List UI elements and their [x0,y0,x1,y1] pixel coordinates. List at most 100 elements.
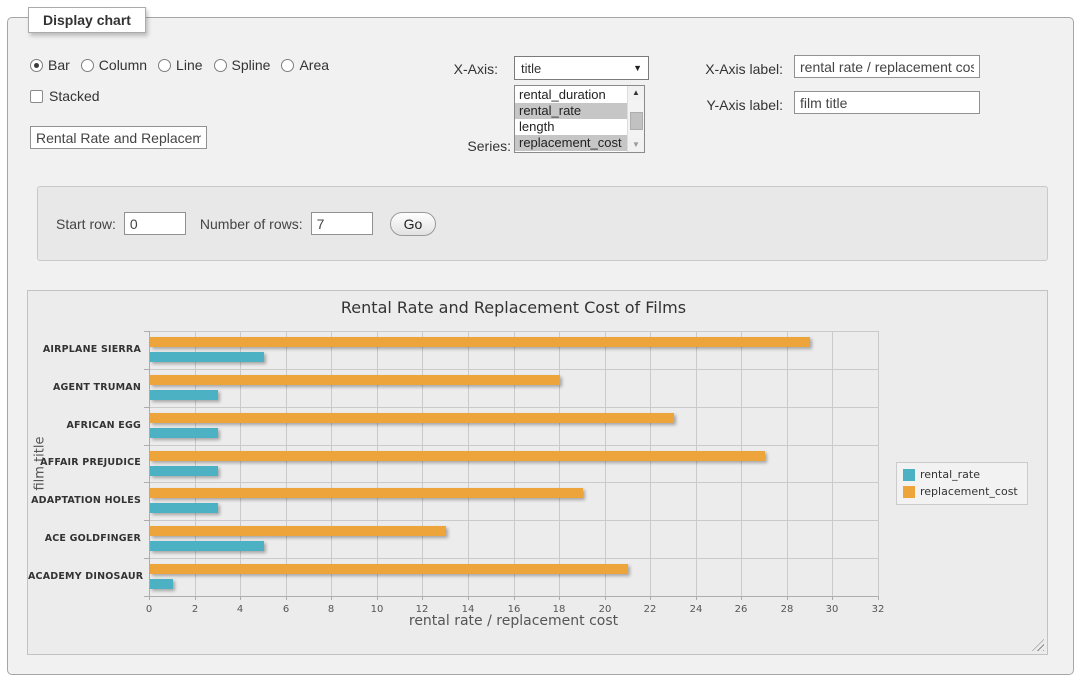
x-tick-label: 4 [220,604,260,615]
y-category-label: AFRICAN EGG [28,420,141,431]
rental_rate-bar[interactable] [150,541,264,551]
chevron-down-icon: ▼ [633,63,642,73]
scroll-up-icon[interactable]: ▲ [628,86,644,100]
x-tick-label: 10 [357,604,397,615]
gridline [832,331,833,596]
replacement_cost-bar[interactable] [150,413,674,423]
stacked-row: Stacked [30,88,100,104]
radio-icon [30,59,43,72]
x-tick-label: 24 [676,604,716,615]
gridline [377,331,378,596]
x-tick-label: 14 [448,604,488,615]
rental_rate-bar[interactable] [150,466,218,476]
replacement_cost-bar[interactable] [150,451,765,461]
gridline [696,331,697,596]
replacement_cost-bar[interactable] [150,488,583,498]
gridline [149,407,878,408]
gridline [650,331,651,596]
y-category-label: AIRPLANE SIERRA [28,344,141,355]
gridline [195,331,196,596]
chart-type-radio-spline[interactable]: Spline [214,57,271,73]
series-option-rental_duration[interactable]: rental_duration [515,87,627,103]
gridline [605,331,606,596]
chart-type-label: Column [99,57,147,73]
x-axis-select-label: X-Axis: [408,61,498,77]
chart-type-label: Line [176,57,202,73]
gridline [149,369,878,370]
series-listbox[interactable]: rental_durationrental_ratelengthreplacem… [514,85,645,153]
replacement_cost-bar[interactable] [150,526,446,536]
chart-type-radio-line[interactable]: Line [158,57,202,73]
chart-title-input[interactable] [30,126,207,149]
y-category-label: ACE GOLDFINGER [28,533,141,544]
gridline [149,445,878,446]
x-tick-label: 2 [175,604,215,615]
radio-icon [158,59,171,72]
num-rows-label: Number of rows: [200,216,303,232]
rental_rate-bar[interactable] [150,503,218,513]
gridline [149,331,878,332]
gridline [741,331,742,596]
num-rows-input[interactable] [311,212,373,235]
y-category-label: AFFAIR PREJUDICE [28,457,141,468]
chart-type-radio-bar[interactable]: Bar [30,57,70,73]
gridline [559,331,560,596]
chart-title: Rental Rate and Replacement Cost of Film… [149,298,878,317]
page: Display chart Bar Column Line Spline Area St… [0,0,1081,681]
gridline [149,482,878,483]
x-tick-label: 28 [767,604,807,615]
rental_rate-bar[interactable] [150,428,218,438]
series-options: rental_durationrental_ratelengthreplacem… [515,87,627,151]
x-tick-label: 30 [812,604,852,615]
chart-type-radio-area[interactable]: Area [281,57,329,73]
rental_rate-bar[interactable] [150,352,264,362]
y-axis-label-input[interactable] [794,91,980,114]
series-option-replacement_cost[interactable]: replacement_cost [515,135,627,151]
chart-type-radio-column[interactable]: Column [81,57,147,73]
stacked-checkbox[interactable] [30,90,43,103]
scroll-down-icon[interactable]: ▼ [628,138,644,152]
legend-label: rental_rate [920,468,980,481]
chart-type-radio-group: Bar Column Line Spline Area [30,57,329,73]
x-tick-label: 20 [585,604,625,615]
rental_rate-bar[interactable] [150,390,218,400]
scrollbar-thumb[interactable] [630,112,643,130]
series-option-rental_rate[interactable]: rental_rate [515,103,627,119]
y-axis-line [149,331,150,596]
x-tick-label: 22 [630,604,670,615]
series-listbox-scrollbar[interactable]: ▲ ▼ [627,86,644,152]
panel-title: Display chart [28,7,146,33]
legend-item-replacement_cost[interactable]: replacement_cost [903,485,1018,498]
x-axis-line [149,596,879,597]
stacked-label: Stacked [49,88,100,104]
replacement_cost-bar[interactable] [150,337,810,347]
gridline [514,331,515,596]
radio-icon [281,59,294,72]
gridline [468,331,469,596]
start-row-label: Start row: [56,216,116,232]
rows-form-panel: Start row: Number of rows: Go [37,186,1048,261]
start-row-input[interactable] [124,212,186,235]
go-button[interactable]: Go [390,212,437,236]
replacement_cost-bar[interactable] [150,375,560,385]
x-axis-label-input[interactable] [794,55,980,78]
rental_rate-bar[interactable] [150,579,173,589]
x-tick-label: 12 [402,604,442,615]
resize-handle-icon[interactable] [1032,639,1044,651]
chart-type-label: Bar [48,57,70,73]
x-tick-label: 6 [266,604,306,615]
series-option-length[interactable]: length [515,119,627,135]
x-axis-select[interactable]: title ▼ [514,56,649,80]
chart-legend: rental_rate replacement_cost [896,462,1028,505]
chart-type-label: Spline [232,57,271,73]
replacement_cost-bar[interactable] [150,564,628,574]
gridline [331,331,332,596]
radio-icon [214,59,227,72]
y-category-label: ADAPTATION HOLES [28,495,141,506]
legend-label: replacement_cost [920,485,1018,498]
legend-item-rental_rate[interactable]: rental_rate [903,468,1018,481]
x-tick-label: 0 [129,604,169,615]
chart-type-label: Area [299,57,329,73]
gridline [149,520,878,521]
gridline [149,558,878,559]
